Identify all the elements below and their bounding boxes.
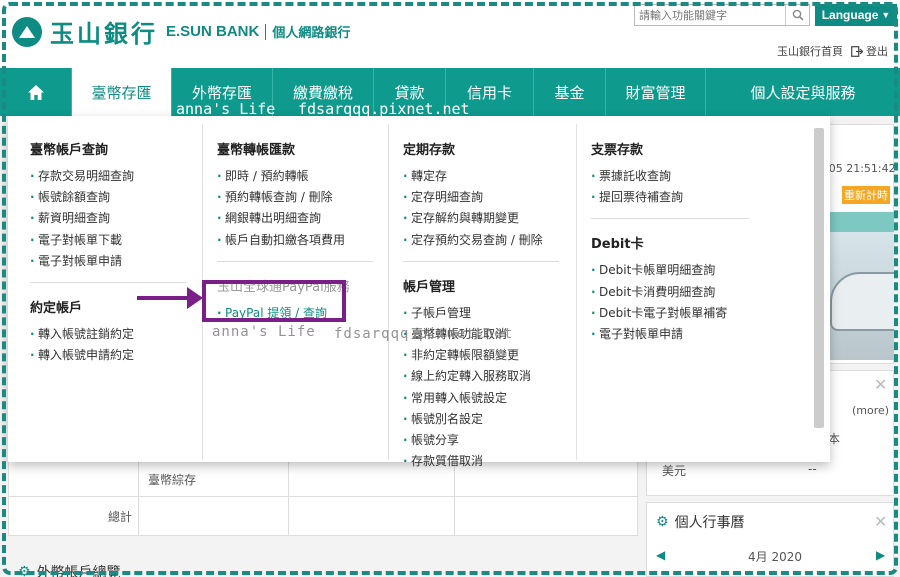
menu-column-1: 臺幣帳戶查詢 存款交易明細查詢 帳號餘額查詢 薪資明細查詢 電子對帳單下載 電子…	[8, 124, 202, 460]
menu-item[interactable]: 帳號餘額查詢	[30, 187, 202, 208]
promo-banner-image	[826, 232, 894, 360]
menu-item[interactable]: 電子對帳單申請	[591, 324, 808, 345]
promo-bar	[826, 212, 894, 232]
menu-item[interactable]: 票據託收查詢	[591, 166, 808, 187]
menu-item[interactable]: 即時 / 預約轉帳	[217, 166, 388, 187]
close-icon[interactable]: ✕	[874, 375, 887, 394]
logout-link[interactable]: 登出	[851, 43, 888, 59]
menu-item[interactable]: 存款質借取消	[403, 451, 576, 472]
menu-section-title: 臺幣帳戶查詢	[30, 143, 109, 158]
search-button[interactable]	[785, 5, 809, 25]
annotation-arrow-head	[187, 287, 203, 309]
bank-logo[interactable]: 玉山銀行 E.SUN BANK 個人網路銀行	[12, 14, 350, 49]
next-month-icon[interactable]: ▶	[876, 548, 885, 562]
menu-item[interactable]: 定存預約交易查詢 / 刪除	[403, 230, 576, 251]
menu-item[interactable]: 存款交易明細查詢	[30, 166, 202, 187]
logo-english-name: E.SUN BANK	[166, 23, 260, 40]
menu-item[interactable]: 帳號分享	[403, 430, 576, 451]
menu-item[interactable]: 薪資明細查詢	[30, 208, 202, 229]
caret-down-icon: ▼	[881, 10, 891, 20]
paypal-withdraw-item[interactable]: PayPal 提領 / 查詢	[217, 303, 388, 324]
twd-deposit-dropdown: 臺幣帳戶查詢 存款交易明細查詢 帳號餘額查詢 薪資明細查詢 電子對帳單下載 電子…	[8, 116, 830, 473]
menu-item[interactable]: 電子對帳單申請	[30, 251, 202, 272]
menu-item[interactable]: Debit卡電子對帳單補寄	[591, 303, 808, 324]
menu-item[interactable]: 非約定轉帳限額變更	[403, 345, 576, 366]
menu-column-4: 支票存款 票據託收查詢 提回票待補查詢 Debit卡 Debit卡帳單明細查詢 …	[576, 124, 808, 460]
watermark-author: anna's Life	[212, 324, 316, 340]
calendar-title: ⚙ 個人行事曆	[656, 512, 745, 532]
esun-logo-icon	[12, 16, 42, 47]
menu-item[interactable]: 轉入帳號申請約定	[30, 345, 202, 366]
logo-subtitle: 個人網路銀行	[272, 26, 351, 41]
search-icon	[792, 9, 804, 21]
table-divider	[8, 496, 638, 497]
section-divider	[217, 260, 373, 262]
menu-section-title: 定期存款	[403, 143, 456, 158]
logout-label: 登出	[866, 45, 888, 58]
menu-section-title: 玉山全球通PayPal服務	[217, 279, 350, 295]
header: 玉山銀行 E.SUN BANK 個人網路銀行 Language ▼ 玉山銀行首頁…	[0, 0, 900, 68]
menu-item[interactable]: Debit卡消費明細查詢	[591, 282, 808, 303]
section-divider	[591, 218, 749, 220]
logo-chinese-name: 玉山銀行	[50, 19, 158, 48]
watermark-site: fdsarqqq.pixnet.net	[334, 326, 514, 342]
prev-month-icon[interactable]: ◀	[656, 548, 665, 562]
menu-column-3: 定期存款 轉定存 定存明細查詢 定存解約與轉期變更 定存預約交易查詢 / 刪除 …	[388, 124, 576, 473]
foreign-overview-text: 外幣帳戶總覽	[36, 565, 121, 577]
logo-separator	[265, 23, 267, 40]
menu-item[interactable]: 常用轉入帳號設定	[403, 388, 576, 409]
logout-icon	[851, 45, 863, 57]
menu-item[interactable]: 電子對帳單下載	[30, 230, 202, 251]
menu-item[interactable]: 定存解約與轉期變更	[403, 208, 576, 229]
nav-home[interactable]	[0, 68, 72, 116]
menu-section-title: 支票存款	[591, 143, 644, 158]
nav-wealth[interactable]: 財富管理	[606, 68, 706, 116]
nav-funds[interactable]: 基金	[534, 68, 606, 116]
menu-column-2: 臺幣轉帳匯款 即時 / 預約轉帳 預約轉帳查詢 / 刪除 網銀轉出明細查詢 帳戶…	[202, 124, 388, 460]
menu-item[interactable]: 子帳戶管理	[403, 303, 576, 324]
menu-item[interactable]: 帳戶自動扣繳各項費用	[217, 230, 388, 251]
home-icon	[27, 84, 44, 100]
menu-item[interactable]: 網銀轉出明細查詢	[217, 208, 388, 229]
menu-item[interactable]: Debit卡帳單明細查詢	[591, 260, 808, 281]
section-divider	[30, 282, 186, 284]
menu-section-title: 帳戶管理	[403, 279, 456, 295]
gear-icon: ⚙	[656, 514, 669, 530]
menu-item[interactable]: 提回票待補查詢	[591, 187, 808, 208]
menu-item[interactable]: 轉定存	[403, 166, 576, 187]
search-input[interactable]	[635, 5, 785, 25]
menu-section-title: 臺幣轉帳匯款	[217, 143, 296, 158]
calendar-month: 4月 2020	[748, 550, 802, 564]
language-label: Language	[821, 8, 879, 22]
watermark-author: anna's Life	[176, 100, 276, 118]
nav-twd-deposit[interactable]: 臺幣存匯	[72, 68, 172, 116]
menu-item[interactable]: 預約轉帳查詢 / 刪除	[217, 187, 388, 208]
menu-item[interactable]: 定存明細查詢	[403, 187, 576, 208]
dropdown-scrollbar[interactable]	[814, 128, 824, 428]
foreign-overview-title: ⚙ 外幣帳戶總覽	[18, 562, 121, 577]
close-icon[interactable]: ✕	[874, 512, 887, 531]
menu-item[interactable]: 帳號別名設定	[403, 409, 576, 430]
menu-item[interactable]: 線上約定轉入服務取消	[403, 366, 576, 387]
calendar-title-text: 個人行事曆	[674, 515, 745, 531]
menu-section-title: Debit卡	[591, 237, 644, 253]
nav-settings[interactable]: 個人設定與服務	[706, 68, 900, 116]
currency-label: 美元	[662, 464, 687, 478]
annotation-arrow	[137, 296, 189, 300]
search-box	[634, 4, 810, 26]
top-links: 玉山銀行首頁 登出	[777, 43, 888, 59]
table-row-label: 臺幣綜存	[148, 473, 197, 487]
table-total-label: 總計	[108, 510, 133, 524]
language-button[interactable]: Language ▼	[815, 4, 897, 26]
bank-home-link[interactable]: 玉山銀行首頁	[777, 43, 843, 59]
watermark-site: fdsarqqq.pixnet.net	[298, 100, 470, 118]
gear-icon: ⚙	[18, 564, 31, 577]
more-link[interactable]: (more)	[852, 404, 889, 417]
currency-value: --	[808, 462, 817, 476]
section-divider	[403, 260, 559, 262]
menu-item[interactable]: 轉入帳號註銷約定	[30, 324, 202, 345]
renew-session-button[interactable]: 重新計時	[842, 186, 890, 204]
